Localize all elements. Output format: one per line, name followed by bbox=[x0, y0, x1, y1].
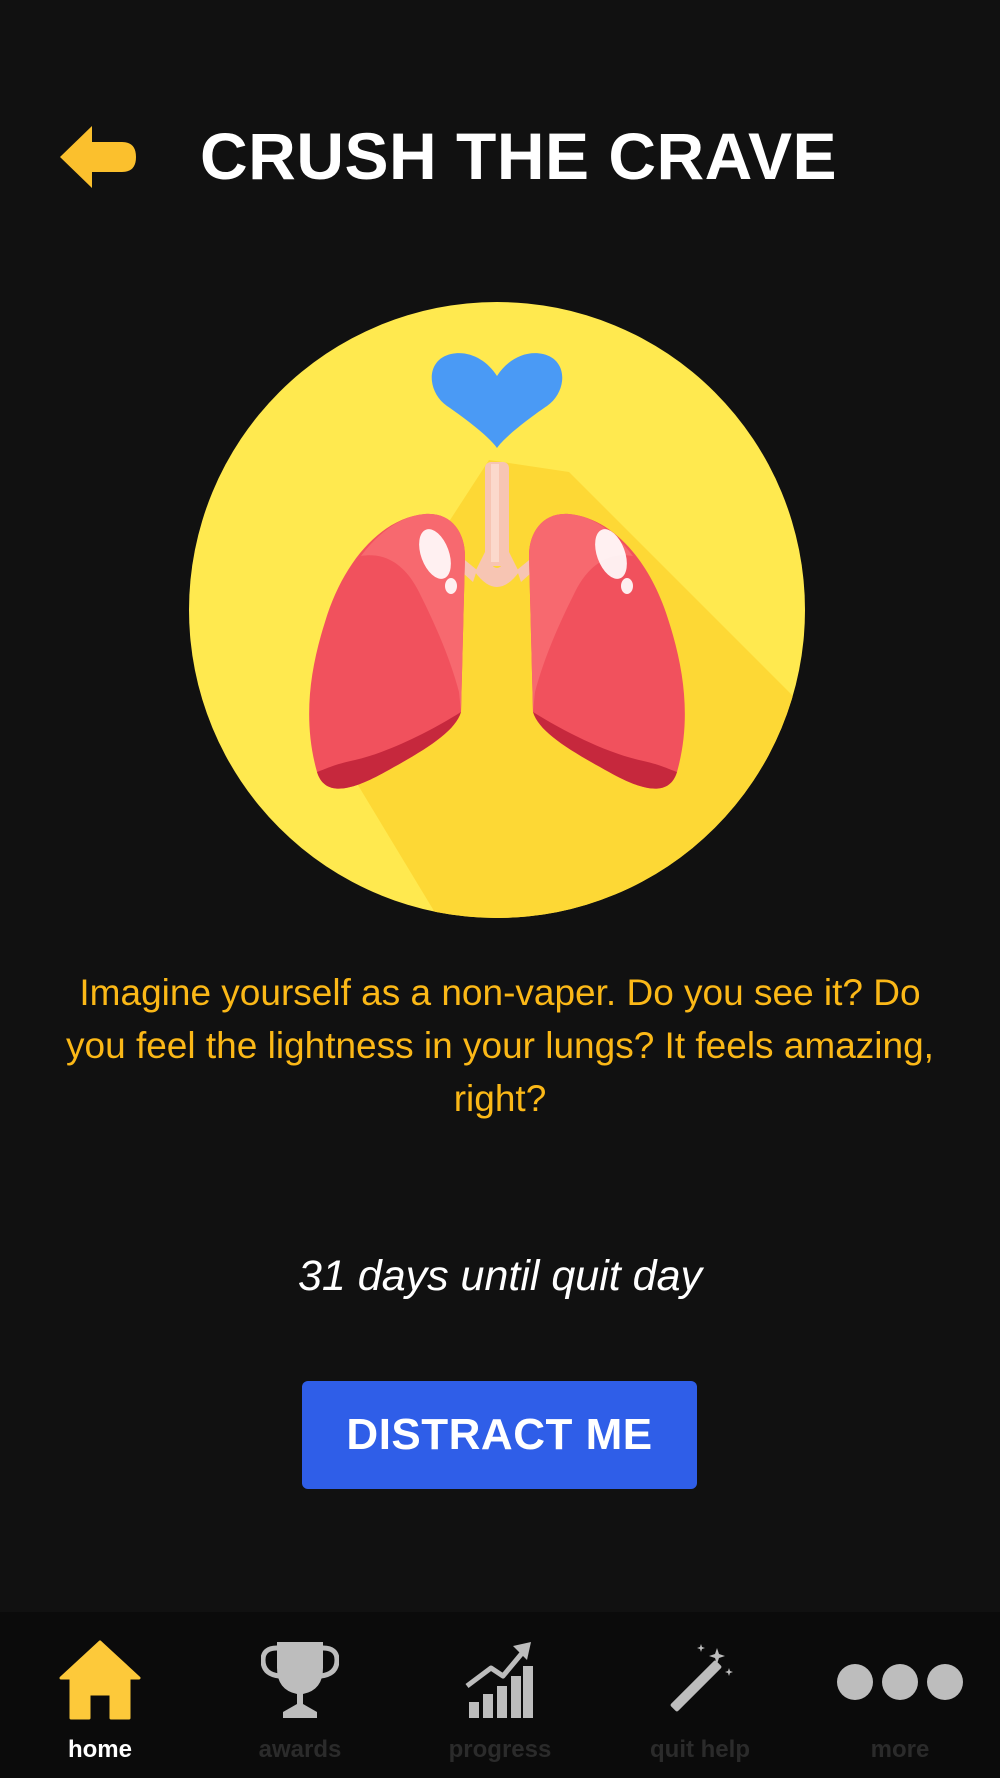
quit-countdown: 31 days until quit day bbox=[298, 1252, 702, 1300]
nav-label-quit-help: quit help bbox=[650, 1736, 750, 1763]
nav-item-more[interactable]: more bbox=[800, 1612, 1000, 1778]
nav-label-awards: awards bbox=[258, 1736, 342, 1763]
back-arrow-icon bbox=[60, 126, 136, 188]
nav-item-awards[interactable]: awards bbox=[200, 1612, 400, 1778]
nav-label-home: home bbox=[67, 1736, 132, 1763]
nav-item-progress[interactable]: progress bbox=[400, 1612, 600, 1778]
nav-item-home[interactable]: home bbox=[0, 1612, 200, 1778]
trophy-icon bbox=[261, 1642, 339, 1718]
chart-icon bbox=[465, 1642, 533, 1718]
lungs-illustration bbox=[189, 302, 805, 918]
magic-wand-icon bbox=[670, 1644, 733, 1712]
distract-me-button[interactable]: DISTRACT ME bbox=[302, 1381, 697, 1489]
nav-label-more: more bbox=[870, 1736, 930, 1763]
back-button[interactable] bbox=[58, 122, 138, 192]
more-dots-icon bbox=[837, 1664, 963, 1700]
page-title: CRUSH THE CRAVE bbox=[200, 119, 837, 193]
lungs-heart-icon bbox=[189, 302, 805, 918]
nav-label-progress: progress bbox=[448, 1736, 552, 1763]
bottom-nav: home awards progress quit help more bbox=[0, 1612, 1000, 1778]
home-icon bbox=[59, 1640, 141, 1720]
motivation-text: Imagine yourself as a non-vaper. Do you … bbox=[66, 972, 934, 1119]
nav-item-quit-help[interactable]: quit help bbox=[600, 1612, 800, 1778]
crush-the-crave-screen: CRUSH THE CRAVE Imagine yourself as a no… bbox=[0, 0, 1000, 1778]
